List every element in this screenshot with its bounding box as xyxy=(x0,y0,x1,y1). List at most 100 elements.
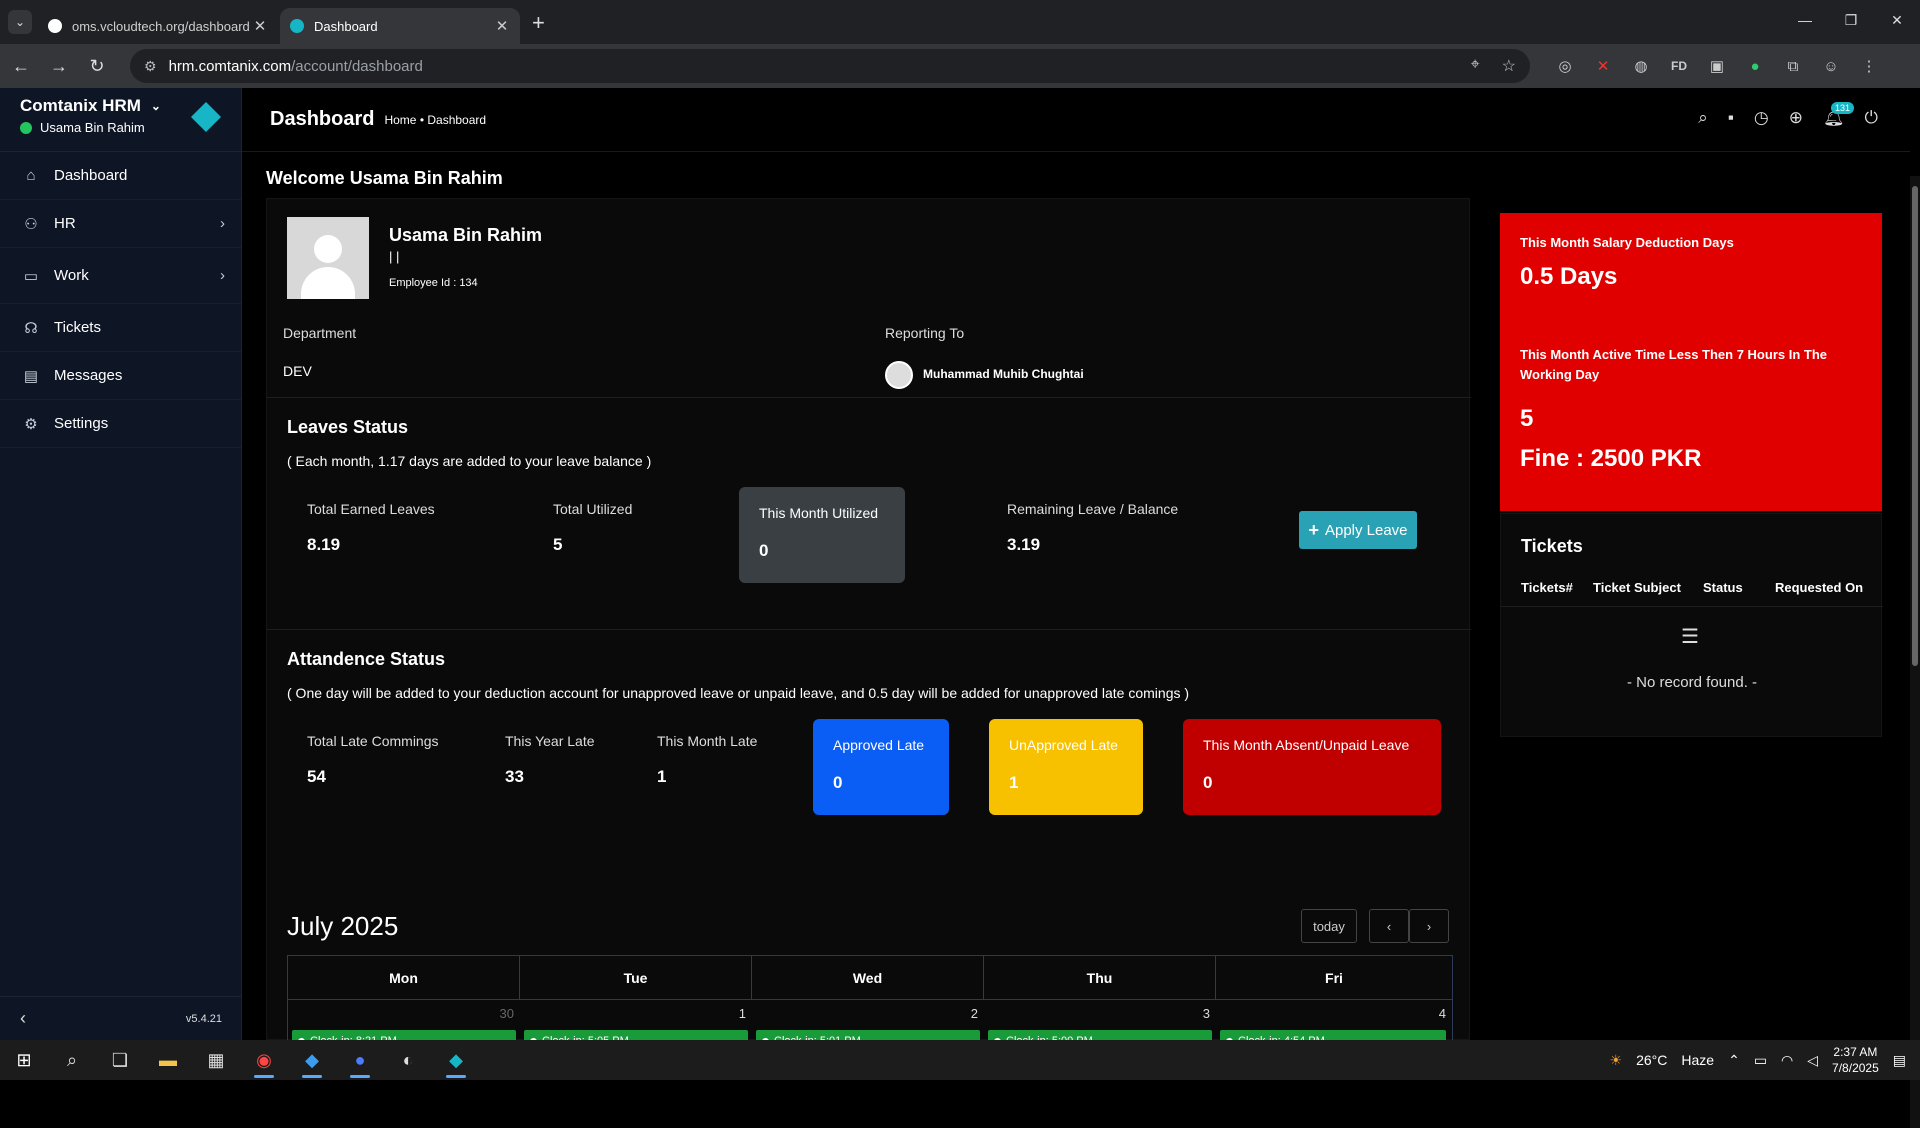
scrollbar-thumb[interactable] xyxy=(1912,186,1918,666)
fine-value: Fine : 2500 PKR xyxy=(1520,445,1702,472)
reporting-to-name[interactable]: Muhammad Muhib Chughtai xyxy=(923,367,1084,381)
extension-green-icon[interactable]: ● xyxy=(1746,58,1764,75)
tickets-column-header[interactable]: Ticket Subject xyxy=(1593,580,1681,595)
chrome-icon[interactable]: ◉ xyxy=(240,1040,288,1080)
weather-temp[interactable]: 26°C xyxy=(1636,1052,1667,1068)
total-earned-leaves-value: 8.19 xyxy=(307,535,341,554)
calendar-date[interactable]: 30 xyxy=(288,1006,514,1021)
reload-icon[interactable]: ↻ xyxy=(80,56,114,77)
extension-close-icon[interactable]: ✕ xyxy=(1594,57,1612,75)
browser-menu-icon[interactable]: ⋮ xyxy=(1860,57,1878,75)
extension-globe-icon[interactable]: ◍ xyxy=(1632,57,1650,75)
weather-icon[interactable]: ☀ xyxy=(1610,1052,1623,1069)
search-icon[interactable]: ⌕ xyxy=(48,1040,96,1080)
tickets-column-header[interactable]: Tickets# xyxy=(1521,580,1573,595)
volume-icon[interactable]: ◁ xyxy=(1807,1052,1818,1069)
chat-icon[interactable]: ▪ xyxy=(1728,108,1734,128)
site-info-icon[interactable]: ⚙ xyxy=(144,58,157,75)
calendar-next-button[interactable]: › xyxy=(1409,909,1449,943)
minimize-icon[interactable]: — xyxy=(1782,0,1828,40)
active-time-value: 5 xyxy=(1520,405,1534,432)
close-tab-icon[interactable]: ✕ xyxy=(252,17,268,35)
clock-icon[interactable]: ◷ xyxy=(1754,108,1769,128)
zoom-icon[interactable]: ● xyxy=(336,1040,384,1080)
leaves-note: ( Each month, 1.17 days are added to you… xyxy=(287,453,652,469)
extension-fd-icon[interactable]: FD xyxy=(1670,59,1688,73)
sidebar-item-work[interactable]: ▭ Work › xyxy=(0,248,241,304)
total-utilized-label: Total Utilized xyxy=(553,501,633,517)
active-time-label: This Month Active Time Less Then 7 Hours… xyxy=(1520,347,1827,382)
app-drop-icon[interactable]: ◐ xyxy=(384,1040,432,1080)
sidebar-footer: ‹ v5.4.21 xyxy=(0,996,242,1040)
browser-toolbar: ← → ↻ ⚙ hrm.comtanix.com /account/dashbo… xyxy=(0,44,1920,88)
location-icon[interactable]: ⌖ xyxy=(1471,56,1480,76)
tray-chevron-up-icon[interactable]: ⌃ xyxy=(1728,1052,1740,1069)
sidebar-item-settings[interactable]: ⚙ Settings xyxy=(0,400,241,448)
calendar-date[interactable]: 3 xyxy=(984,1006,1210,1021)
profile-avatar-icon[interactable]: ☺ xyxy=(1822,58,1840,75)
tab-search-button[interactable]: ⌄ xyxy=(8,10,32,34)
calendar-today-button[interactable]: today xyxy=(1301,909,1357,943)
calendar-date[interactable]: 2 xyxy=(752,1006,978,1021)
brand-switcher[interactable]: Comtanix HRM ⌄ xyxy=(20,96,221,116)
department-value: DEV xyxy=(283,363,312,379)
add-circle-icon[interactable]: ⊕ xyxy=(1789,108,1803,128)
sidebar-item-dashboard[interactable]: ⌂ Dashboard xyxy=(0,152,241,200)
month-late-label: This Month Late xyxy=(657,733,758,749)
sidebar-item-messages[interactable]: ▤ Messages xyxy=(0,352,241,400)
address-bar[interactable]: ⚙ hrm.comtanix.com /account/dashboard ⌖ … xyxy=(130,49,1530,83)
taskbar-clock[interactable]: 2:37 AM 7/8/2025 xyxy=(1832,1044,1879,1076)
message-icon: ▤ xyxy=(23,367,39,385)
bookmark-star-icon[interactable]: ☆ xyxy=(1502,56,1516,76)
extensions-area: ◎ ✕ ◍ FD ▣ ● ⧉ ☺ ⋮ xyxy=(1556,57,1878,76)
sidebar-item-tickets[interactable]: ☊ Tickets xyxy=(0,304,241,352)
search-icon[interactable]: ⌕ xyxy=(1698,108,1708,128)
calendar-day-header: Thu xyxy=(984,956,1216,1000)
page-scrollbar[interactable] xyxy=(1910,176,1920,1128)
extension-puzzle-icon[interactable]: ▣ xyxy=(1708,57,1726,75)
extensions-menu-icon[interactable]: ⧉ xyxy=(1784,58,1802,75)
sidebar-item-hr[interactable]: ⚇ HR › xyxy=(0,200,241,248)
tickets-column-header[interactable]: Requested On xyxy=(1775,580,1863,595)
store-icon[interactable]: ▦ xyxy=(192,1040,240,1080)
plus-icon: + xyxy=(1308,519,1319,540)
restore-icon[interactable]: ❐ xyxy=(1828,0,1874,40)
avatar-head xyxy=(314,235,342,263)
department-label: Department xyxy=(283,325,357,341)
vscode-icon[interactable]: ◆ xyxy=(288,1040,336,1080)
file-explorer-icon[interactable]: ▬ xyxy=(144,1040,192,1080)
browser-tab-oms[interactable]: oms.vcloudtech.org/dashboard ✕ xyxy=(38,8,278,44)
browser-tab-dashboard[interactable]: Dashboard ✕ xyxy=(280,8,520,44)
deduction-days-label: This Month Salary Deduction Days xyxy=(1520,235,1734,250)
chevron-down-icon: ⌄ xyxy=(150,99,161,113)
power-icon[interactable]: ⏻ xyxy=(1865,108,1878,128)
sidebar: Comtanix HRM ⌄ Usama Bin Rahim ⌂ Dashboa… xyxy=(0,88,242,1040)
tickets-column-header[interactable]: Status xyxy=(1703,580,1743,595)
collapse-sidebar-icon[interactable]: ‹ xyxy=(20,1008,26,1029)
hrm-app-icon[interactable]: ◆ xyxy=(432,1040,480,1080)
calendar-prev-button[interactable]: ‹ xyxy=(1369,909,1409,943)
total-late-label: Total Late Commings xyxy=(307,733,439,749)
back-icon[interactable]: ← xyxy=(4,56,38,77)
battery-icon[interactable]: ▭ xyxy=(1754,1052,1767,1069)
close-tab-icon[interactable]: ✕ xyxy=(494,17,510,35)
task-view-icon[interactable]: ❏ xyxy=(96,1040,144,1080)
hrm-app: Comtanix HRM ⌄ Usama Bin Rahim ⌂ Dashboa… xyxy=(0,88,1920,1128)
apply-leave-button[interactable]: + Apply Leave xyxy=(1299,511,1417,549)
apply-leave-label: Apply Leave xyxy=(1324,521,1408,539)
extension-glasses-icon[interactable]: ◎ xyxy=(1556,57,1574,75)
weather-desc[interactable]: Haze xyxy=(1681,1052,1714,1068)
notification-center-icon[interactable]: ▤ xyxy=(1893,1052,1906,1069)
salary-deduction-card: This Month Salary Deduction Days 0.5 Day… xyxy=(1500,213,1882,511)
deduction-days-value: 0.5 Days xyxy=(1520,263,1618,290)
new-tab-button[interactable]: + xyxy=(532,10,545,36)
sidebar-item-label: Messages xyxy=(54,367,123,384)
close-window-icon[interactable]: ✕ xyxy=(1874,0,1920,40)
forward-icon[interactable]: → xyxy=(42,56,76,77)
notification-bell-icon[interactable]: 🔔︎ 131 xyxy=(1823,102,1854,128)
calendar-date[interactable]: 1 xyxy=(520,1006,746,1021)
wifi-icon[interactable]: ◠ xyxy=(1781,1052,1793,1069)
calendar-date[interactable]: 4 xyxy=(1216,1006,1446,1021)
breadcrumb[interactable]: Home • Dashboard xyxy=(384,113,486,127)
windows-start-icon[interactable]: ⊞ xyxy=(0,1040,48,1080)
